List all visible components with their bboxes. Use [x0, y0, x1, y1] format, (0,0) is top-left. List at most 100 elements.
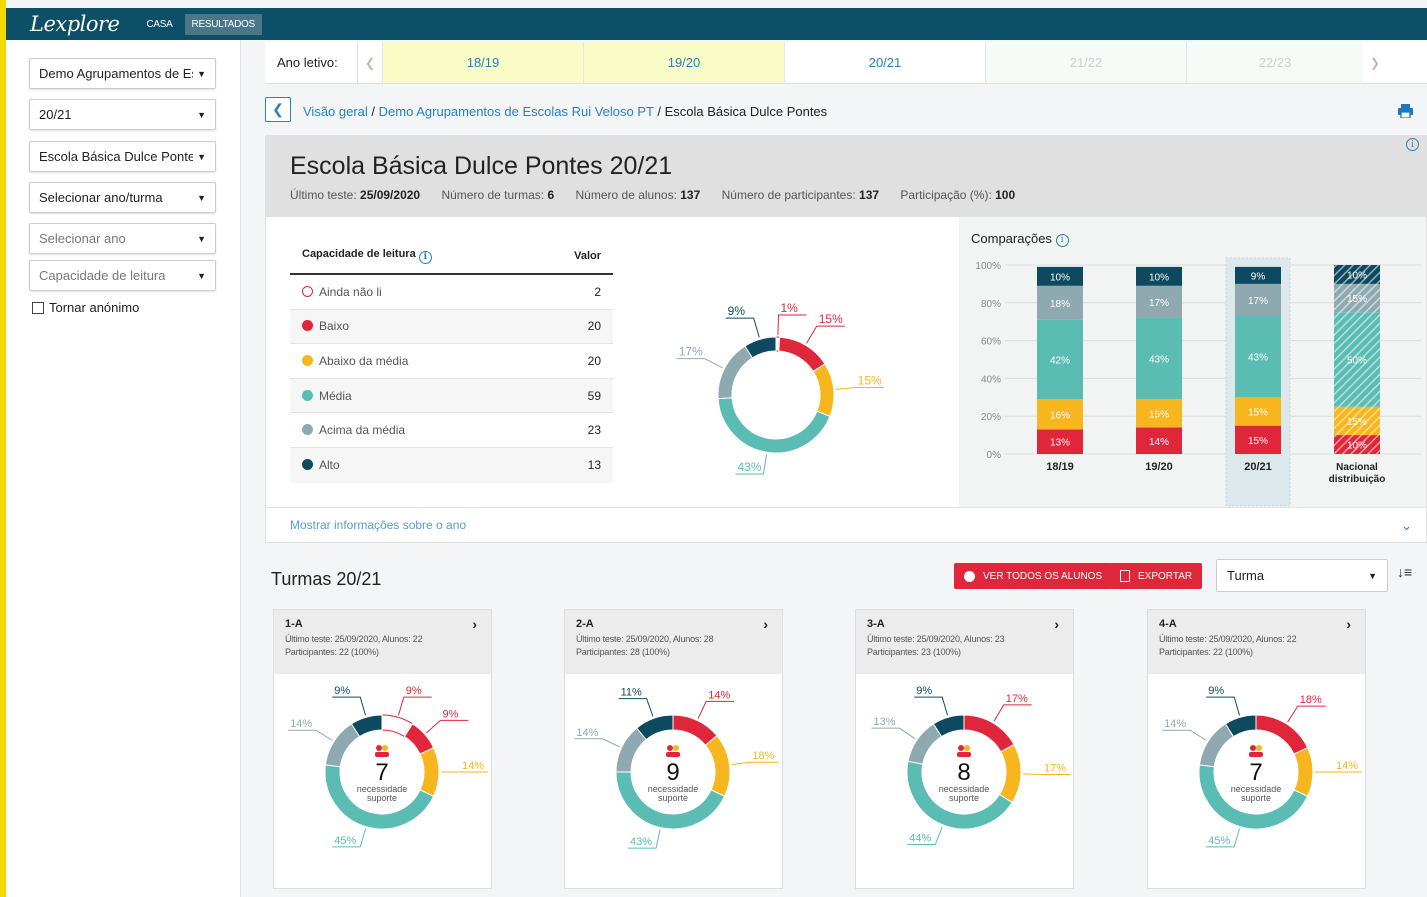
caret-down-icon: ▼	[197, 151, 206, 162]
label-leader-line	[1287, 705, 1326, 723]
grade-select[interactable]: Selecionar ano ▼	[29, 223, 216, 254]
print-icon[interactable]	[1398, 104, 1413, 118]
tab-18-19[interactable]: 18/19	[382, 42, 583, 83]
app-logo[interactable]: Lexplore	[30, 12, 120, 36]
class-details: Último teste: 25/09/2020, Alunos: 23 Part…	[867, 633, 1062, 659]
row-label-text: Média	[319, 388, 352, 403]
sort-order-icon[interactable]: ↓≡	[1397, 564, 1412, 580]
class-details: Último teste: 25/09/2020, Alunos: 22 Part…	[1159, 633, 1354, 659]
tab-21-22[interactable]: 21/22	[985, 42, 1186, 83]
y-tick-label: 40%	[981, 374, 1001, 385]
donut-segment	[324, 723, 361, 768]
tab-19-20[interactable]: 19/20	[583, 42, 784, 83]
breadcrumb: Visão geral / Demo Agrupamentos de Escol…	[303, 104, 828, 119]
chevron-right-icon[interactable]: ›	[763, 616, 768, 632]
summary-stats: Último teste: 25/09/2020 Número de turma…	[290, 188, 1033, 202]
page-title: Escola Básica Dulce Pontes 20/21	[290, 152, 673, 180]
label-leader-line	[618, 698, 654, 717]
nav-resultados[interactable]: RESULTADOS	[184, 13, 262, 35]
support-need-count: 8	[957, 759, 970, 786]
donut-segment	[704, 734, 731, 797]
class-card[interactable]: 2-A Último teste: 25/09/2020, Alunos: 28…	[564, 609, 783, 889]
y-tick-label: 60%	[981, 337, 1001, 348]
class-card-header: 2-A Último teste: 25/09/2020, Alunos: 28…	[565, 610, 782, 674]
row-label: Alto	[302, 458, 340, 472]
chevron-left-icon[interactable]: ❮	[358, 42, 382, 83]
row-label: Abaixo da média	[302, 354, 408, 368]
y-tick-label: 100%	[975, 261, 1001, 272]
users-icon	[957, 745, 971, 757]
stat-last-test: Último teste: 25/09/2020	[290, 188, 420, 202]
label-leader-line	[777, 314, 807, 336]
bar-value-label: 15%	[1149, 409, 1169, 420]
users-icon	[1249, 745, 1263, 757]
donut-segment	[907, 723, 943, 765]
donut-segment	[419, 747, 440, 797]
y-tick-label: 20%	[981, 412, 1001, 423]
bar-value-label: 10%	[1149, 272, 1169, 283]
class-card[interactable]: 3-A Último teste: 25/09/2020, Alunos: 23…	[855, 609, 1074, 889]
donut-value-label: 1%	[781, 301, 799, 315]
button-label: VER TODOS OS ALUNOS	[983, 570, 1103, 582]
stat-label: Número de participantes:	[721, 188, 860, 202]
row-value: 13	[587, 458, 601, 473]
chevron-right-icon[interactable]: ›	[1346, 616, 1351, 632]
stat-participants: Número de participantes: 137	[722, 188, 879, 202]
donut-segment	[1255, 714, 1309, 755]
users-icon	[375, 745, 389, 757]
breadcrumb-overview[interactable]: Visão geral	[303, 104, 368, 119]
legend-dot	[302, 354, 313, 366]
label-leader-line	[993, 704, 1032, 722]
class-card[interactable]: 4-A Último teste: 25/09/2020, Alunos: 22…	[1147, 609, 1366, 889]
info-icon[interactable]: i	[418, 250, 432, 264]
view-all-students-button[interactable]: VER TODOS OS ALUNOS	[954, 563, 1113, 589]
bar-value-label: 10%	[1347, 270, 1367, 281]
donut-segment	[998, 743, 1022, 804]
support-need-label: suporte	[949, 793, 979, 803]
export-button[interactable]: EXPORTAR	[1110, 563, 1203, 589]
class-details-line1: Último teste: 25/09/2020, Alunos: 22	[285, 634, 423, 644]
checkbox-box[interactable]	[32, 301, 44, 314]
sort-by-select[interactable]: Turma ▼	[1216, 559, 1388, 592]
school-group-select[interactable]: Demo Agrupamentos de Es ▼	[29, 58, 216, 89]
anonymous-checkbox[interactable]: Tornar anónimo	[32, 300, 139, 315]
tab-20-21[interactable]: 20/21	[784, 42, 985, 83]
donut-value-label: 11%	[621, 687, 642, 699]
label-leader-line	[332, 696, 367, 716]
chevron-right-icon[interactable]: ›	[1054, 616, 1059, 632]
school-select[interactable]: Escola Básica Dulce Pontes ▼	[29, 141, 216, 172]
school-year-select[interactable]: 20/21 ▼	[29, 99, 216, 130]
header-value: Valor	[574, 250, 601, 262]
show-more-label: Mostrar informações sobre o ano	[290, 518, 467, 532]
tab-22-23[interactable]: 22/23	[1186, 42, 1363, 83]
reading-ability-select[interactable]: Capacidade de leitura ▼	[29, 260, 216, 291]
caret-down-icon: ▼	[197, 192, 206, 203]
support-need-label: suporte	[658, 793, 688, 803]
class-details-line2: Participantes: 22 (100%)	[285, 647, 379, 657]
breadcrumb-group[interactable]: Demo Agrupamentos de Escolas Rui Veloso …	[379, 104, 654, 119]
donut-value-label: 15%	[858, 373, 882, 387]
class-name: 2-A	[576, 618, 594, 630]
caret-down-icon: ▼	[197, 270, 206, 281]
row-label-text: Baixo	[319, 319, 350, 334]
donut-segment	[778, 336, 826, 373]
table-row: Baixo 20	[290, 309, 613, 345]
chevron-down-icon[interactable]: ⌄	[1401, 518, 1412, 534]
users-icon-head	[376, 745, 382, 751]
chevron-right-icon[interactable]: ❯	[1363, 42, 1387, 83]
select-value: Selecionar ano/turma	[39, 190, 163, 205]
info-icon[interactable]: i	[1406, 138, 1419, 151]
show-year-info-toggle[interactable]: Mostrar informações sobre o ano ⌄	[266, 507, 1426, 542]
back-button[interactable]: ❮	[265, 97, 291, 122]
stat-value: 6	[547, 188, 555, 202]
nav-casa[interactable]: CASA	[140, 14, 180, 35]
donut-value-label: 9%	[406, 685, 422, 697]
chevron-right-icon[interactable]: ›	[472, 616, 477, 632]
select-value: Selecionar ano	[39, 231, 126, 246]
label-leader-line	[914, 696, 949, 716]
bar-value-label: 14%	[1149, 437, 1169, 448]
bar-value-label: 10%	[1347, 441, 1367, 452]
bar-value-label: 42%	[1050, 356, 1070, 367]
grade-class-select[interactable]: Selecionar ano/turma ▼	[29, 182, 216, 213]
class-card[interactable]: 1-A Último teste: 25/09/2020, Alunos: 22…	[273, 609, 492, 889]
